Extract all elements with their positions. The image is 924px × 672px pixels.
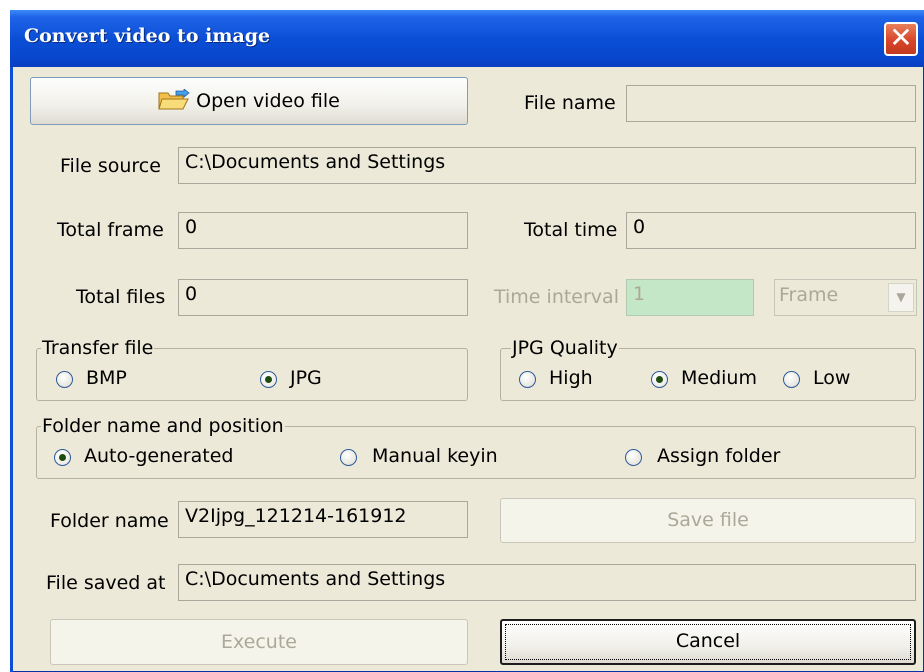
- radio-high[interactable]: [519, 371, 536, 388]
- execute-button[interactable]: Execute: [50, 619, 468, 665]
- radio-low[interactable]: [783, 371, 800, 388]
- time-interval-label: Time interval: [494, 286, 619, 308]
- close-icon: ✕: [889, 21, 913, 54]
- folder-name-label: Folder name: [50, 510, 169, 532]
- file-name-label: File name: [524, 92, 616, 114]
- radio-auto-generated-label[interactable]: Auto-generated: [84, 445, 233, 467]
- total-frame-field[interactable]: 0: [178, 212, 468, 249]
- dropdown-arrow-icon[interactable]: ▼: [888, 283, 914, 312]
- file-source-field[interactable]: C:\Documents and Settings: [178, 147, 916, 184]
- file-saved-at-label: File saved at: [46, 572, 166, 594]
- open-folder-icon: [158, 88, 190, 109]
- jpg-quality-legend: JPG Quality: [511, 337, 619, 359]
- radio-jpg[interactable]: [260, 371, 277, 388]
- radio-bmp-label[interactable]: BMP: [86, 367, 127, 389]
- radio-low-label[interactable]: Low: [813, 367, 850, 389]
- folder-position-legend: Folder name and position: [41, 415, 285, 437]
- radio-jpg-label[interactable]: JPG: [290, 367, 322, 389]
- radio-manual-keyin-label[interactable]: Manual keyin: [372, 445, 498, 467]
- radio-medium-label[interactable]: Medium: [681, 367, 757, 389]
- title-bar[interactable]: Convert video to image ✕: [10, 10, 924, 67]
- radio-high-label[interactable]: High: [549, 367, 593, 389]
- radio-assign-folder[interactable]: [625, 449, 642, 466]
- file-name-field[interactable]: [626, 85, 916, 122]
- window-title: Convert video to image: [24, 25, 271, 47]
- cancel-button[interactable]: Cancel: [500, 619, 916, 665]
- file-source-label: File source: [60, 155, 161, 177]
- time-interval-unit-value: Frame: [779, 284, 839, 306]
- radio-manual-keyin[interactable]: [340, 449, 357, 466]
- radio-auto-generated[interactable]: [54, 449, 71, 466]
- cancel-button-label: Cancel: [505, 624, 911, 660]
- time-interval-unit-select[interactable]: Frame ▼: [774, 279, 917, 316]
- total-files-field[interactable]: 0: [178, 279, 468, 316]
- total-time-label: Total time: [524, 219, 618, 241]
- file-saved-at-field[interactable]: C:\Documents and Settings: [178, 564, 916, 601]
- radio-medium[interactable]: [651, 371, 668, 388]
- time-interval-field[interactable]: 1: [626, 279, 754, 316]
- total-files-label: Total files: [76, 286, 166, 308]
- total-time-field[interactable]: 0: [626, 212, 916, 249]
- close-button[interactable]: ✕: [884, 22, 918, 56]
- dialog-window: Convert video to image ✕ Open video file…: [10, 10, 924, 672]
- radio-bmp[interactable]: [56, 371, 73, 388]
- open-video-file-label: Open video file: [196, 90, 340, 112]
- total-frame-label: Total frame: [57, 219, 164, 241]
- radio-assign-folder-label[interactable]: Assign folder: [657, 445, 780, 467]
- open-video-file-button[interactable]: Open video file: [30, 77, 468, 125]
- transfer-file-legend: Transfer file: [41, 337, 155, 359]
- folder-name-field[interactable]: V2Ijpg_121214-161912: [178, 501, 468, 538]
- save-file-button[interactable]: Save file: [500, 498, 916, 543]
